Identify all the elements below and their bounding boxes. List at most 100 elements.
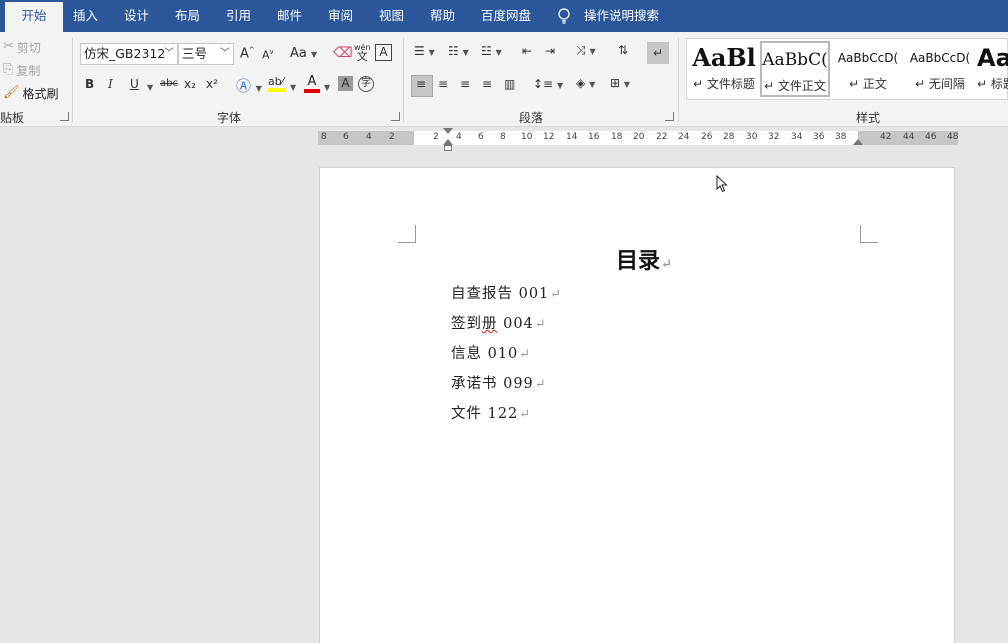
font-color-button[interactable]: A xyxy=(304,74,320,93)
tab-review[interactable]: 审阅 xyxy=(328,0,353,32)
phonetic-guide-button[interactable]: wén 文 xyxy=(354,43,371,62)
ruler-tick: 30 xyxy=(746,132,758,142)
cut-button[interactable]: ✂ 剪切 xyxy=(3,37,41,57)
tab-references[interactable]: 引用 xyxy=(226,0,251,32)
clear-formatting-icon[interactable]: ⌫ xyxy=(333,45,353,61)
sort-button[interactable]: ⇅ xyxy=(618,43,628,57)
bullets-button[interactable]: ☰ ▼ xyxy=(414,44,435,58)
copy-button[interactable]: ⎘ 复制 xyxy=(3,60,40,80)
character-shading-button[interactable]: A xyxy=(338,76,353,91)
font-dialog-launcher[interactable] xyxy=(391,112,400,121)
toc-line-text: 承诺书 099 xyxy=(451,376,534,392)
enclose-characters-button[interactable]: 字 xyxy=(358,76,374,92)
italic-button[interactable]: I xyxy=(108,77,113,91)
font-name-value: 仿宋_GB2312 xyxy=(84,46,166,61)
distributed-button[interactable]: ▥ xyxy=(504,77,515,91)
toc-line[interactable]: 签到册 004↵ xyxy=(451,312,547,333)
document-title[interactable]: 目录↵ xyxy=(616,243,672,275)
toc-line-text: 签到 xyxy=(451,316,482,332)
first-line-indent-marker[interactable] xyxy=(443,128,453,134)
style-file-title[interactable]: AaBl ↵ 文件标题 xyxy=(689,41,759,97)
document-page[interactable]: 目录↵ 自查报告 001↵ 签到册 004↵ 信息 010↵ 承诺书 099↵ … xyxy=(319,167,955,643)
mouse-pointer-icon xyxy=(716,175,728,193)
tell-me-search[interactable]: 操作说明搜索 xyxy=(584,0,659,32)
ruler-tick: 46 xyxy=(925,132,937,142)
highlight-button[interactable]: ab⁄ xyxy=(268,74,286,92)
style-no-spacing[interactable]: AaBbCcD( ↵ 无间隔 xyxy=(905,41,975,97)
grow-font-glyph: A xyxy=(240,46,249,62)
align-center-button[interactable]: ≡ xyxy=(438,77,448,91)
toc-line-text: 自查报告 001 xyxy=(451,286,550,302)
superscript-button[interactable]: x² xyxy=(206,77,218,91)
style-heading[interactable]: Aa ↵ 标题 xyxy=(977,41,1008,97)
tab-layout[interactable]: 布局 xyxy=(175,0,200,32)
font-color-dropdown[interactable]: ▼ xyxy=(324,79,330,93)
left-indent-marker[interactable] xyxy=(444,145,452,151)
styles-gallery: AaBl ↵ 文件标题 AaBbC( ↵ 文件正文 AaBbCcD( ↵ 正文 … xyxy=(686,38,1008,100)
decrease-indent-button[interactable]: ⇤ xyxy=(522,44,532,58)
enclose-characters-glyph: 字 xyxy=(361,78,371,89)
character-border-button[interactable]: A xyxy=(375,44,392,61)
ruler-tick: 4 xyxy=(456,132,462,142)
highlight-dropdown[interactable]: ▼ xyxy=(290,79,296,93)
numbering-button[interactable]: ☷ ▼ xyxy=(448,44,469,58)
font-color-icon: A xyxy=(307,74,317,89)
chevron-down-icon: ﹀ xyxy=(220,48,230,59)
ruler-tick: 2 xyxy=(433,132,439,142)
tab-home[interactable]: 开始 xyxy=(5,2,63,32)
tab-help[interactable]: 帮助 xyxy=(430,0,455,32)
increase-indent-button[interactable]: ⇥ xyxy=(545,44,555,58)
ruler-tick: 36 xyxy=(813,132,825,142)
style-normal[interactable]: AaBbCcD( ↵ 正文 xyxy=(833,41,903,97)
shading-button[interactable]: ◈ ▼ xyxy=(576,76,595,90)
align-right-button[interactable]: ≡ xyxy=(460,77,470,91)
line-spacing-button[interactable]: ↕≡ ▼ xyxy=(533,77,563,91)
toc-line[interactable]: 自查报告 001↵ xyxy=(451,282,562,303)
show-marks-button[interactable]: ↵ xyxy=(647,42,669,64)
style-preview: AaBbCcD( xyxy=(837,51,899,65)
toc-line-text: 信息 010 xyxy=(451,346,519,362)
strikethrough-button[interactable]: abc xyxy=(160,78,178,89)
toc-line[interactable]: 信息 010↵ xyxy=(451,342,531,363)
underline-dropdown[interactable]: ▼ xyxy=(147,79,153,93)
tab-insert[interactable]: 插入 xyxy=(73,0,98,32)
shrink-font-button[interactable]: Av xyxy=(262,48,274,62)
format-painter-button[interactable]: 🖌 格式刷 xyxy=(3,83,59,103)
subscript-button[interactable]: x₂ xyxy=(184,77,196,91)
bold-button[interactable]: B xyxy=(85,77,94,91)
toc-line[interactable]: 文件 122↵ xyxy=(451,402,531,423)
ruler-tick: 4 xyxy=(366,132,372,142)
grow-font-button[interactable]: A^ xyxy=(240,46,255,61)
paragraph-mark: ↵ xyxy=(519,407,532,422)
font-name-combo[interactable]: 仿宋_GB2312 ﹀ xyxy=(80,43,178,65)
tab-baidu-netdisk[interactable]: 百度网盘 xyxy=(481,0,531,32)
text-effects-button[interactable]: Ⓐ ▼ xyxy=(236,75,262,96)
clipboard-dialog-launcher[interactable] xyxy=(60,112,69,121)
ruler-tick: 8 xyxy=(321,132,327,142)
chinese-layout-button[interactable]: ⤨ ▼ xyxy=(576,43,596,58)
right-indent-marker[interactable] xyxy=(853,139,863,145)
align-right-icon: ≡ xyxy=(460,77,471,91)
underline-button[interactable]: U xyxy=(130,77,139,91)
style-name: ↵ 文件标题 xyxy=(693,77,755,91)
toc-line[interactable]: 承诺书 099↵ xyxy=(451,372,547,393)
ruler-tick: 10 xyxy=(521,132,533,142)
tab-view[interactable]: 视图 xyxy=(379,0,404,32)
ruler-tick: 16 xyxy=(588,132,600,142)
borders-button[interactable]: ⊞ ▼ xyxy=(610,76,630,90)
pilcrow-icon: ↵ xyxy=(652,46,664,60)
tab-design[interactable]: 设计 xyxy=(124,0,149,32)
multilevel-list-button[interactable]: ☳ ▼ xyxy=(481,44,502,58)
paragraph-mark: ↵ xyxy=(534,377,547,392)
justify-button[interactable]: ≡ xyxy=(482,77,492,91)
font-size-combo[interactable]: 三号 ﹀ xyxy=(178,43,234,65)
ruler-tick: 12 xyxy=(543,132,555,142)
justify-icon: ≡ xyxy=(482,77,493,91)
ruler-tick: 34 xyxy=(791,132,803,142)
style-file-body[interactable]: AaBbC( ↵ 文件正文 xyxy=(760,41,830,97)
tab-mailings[interactable]: 邮件 xyxy=(277,0,302,32)
spelling-error-word[interactable]: 册 xyxy=(482,316,498,332)
ruler-tick: 14 xyxy=(566,132,578,142)
change-case-button[interactable]: Aa ▼ xyxy=(290,46,317,61)
paragraph-dialog-launcher[interactable] xyxy=(665,112,674,121)
